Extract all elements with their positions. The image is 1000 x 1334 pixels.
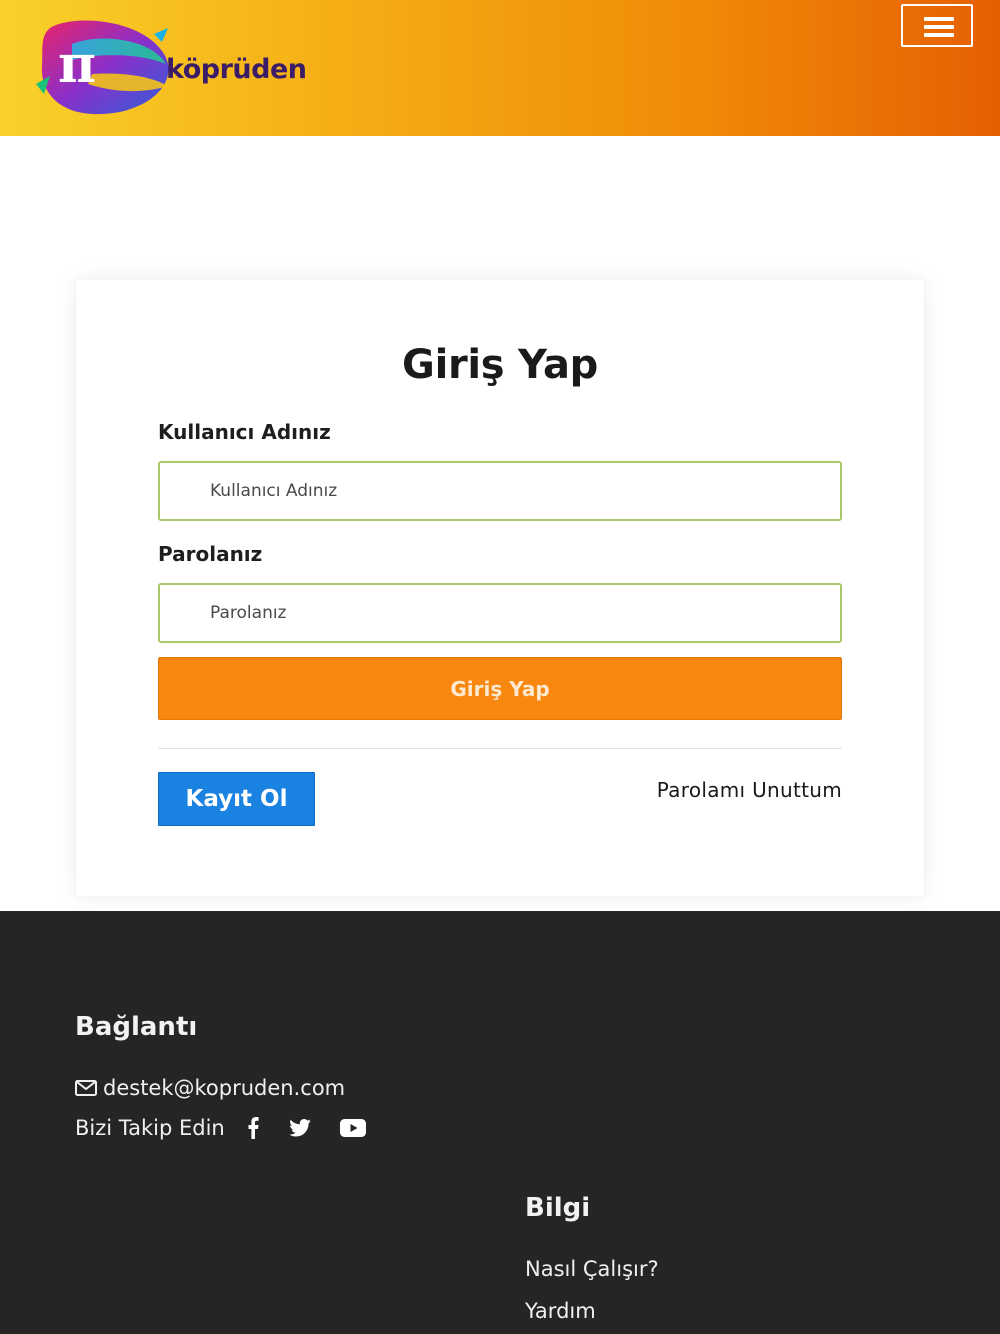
site-footer: Bağlantı destek@kopruden.com Bizi Takip … (0, 911, 1000, 1334)
username-label: Kullanıcı Adınız (158, 420, 331, 444)
site-header: π köprüden (0, 0, 1000, 136)
footer-email[interactable]: destek@kopruden.com (75, 1076, 345, 1100)
hamburger-icon-bar (924, 25, 954, 29)
page-title: Giriş Yap (402, 342, 598, 388)
forgot-password-link[interactable]: Parolamı Unuttum (657, 778, 842, 802)
footer-email-text: destek@kopruden.com (103, 1076, 346, 1100)
hamburger-icon-bar (924, 33, 954, 37)
password-label: Parolanız (158, 542, 263, 566)
envelope-icon (75, 1080, 97, 1096)
footer-link-help[interactable]: Yardım (525, 1299, 596, 1323)
site-logo[interactable]: π köprüden (32, 14, 312, 118)
logo-wordmark: köprüden (166, 54, 307, 85)
footer-follow-row: Bizi Takip Edin (75, 1116, 367, 1140)
footer-link-how-it-works[interactable]: Nasıl Çalışır? (525, 1257, 659, 1281)
logo-pi-icon: π (36, 20, 169, 115)
login-card: Giriş Yap Kullanıcı Adınız Parolanız Gir… (76, 280, 924, 896)
hamburger-icon (924, 17, 954, 21)
password-input[interactable] (158, 583, 842, 643)
username-input[interactable] (158, 461, 842, 521)
facebook-icon[interactable] (243, 1116, 263, 1140)
divider (158, 748, 842, 749)
youtube-icon[interactable] (339, 1116, 367, 1140)
register-button[interactable]: Kayıt Ol (158, 772, 315, 826)
twitter-icon[interactable] (287, 1116, 313, 1140)
footer-heading-connect: Bağlantı (75, 1012, 198, 1042)
follow-us-label: Bizi Takip Edin (75, 1116, 225, 1140)
svg-text:π: π (58, 34, 96, 95)
footer-heading-info: Bilgi (525, 1193, 591, 1223)
login-submit-button[interactable]: Giriş Yap (158, 657, 842, 720)
menu-toggle-button[interactable] (901, 4, 973, 47)
